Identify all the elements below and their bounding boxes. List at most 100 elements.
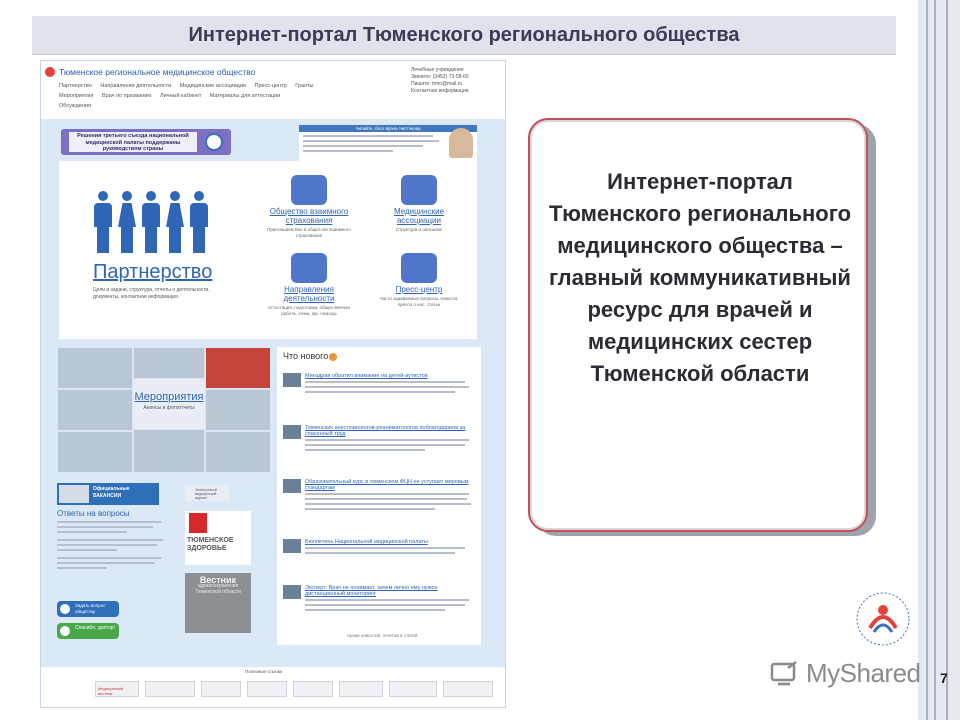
myshared-logo-icon	[770, 661, 797, 686]
site-header: Тюменское региональное медицинское общес…	[41, 61, 505, 119]
news-link[interactable]: Минздрав обратил внимание на детей-аутис…	[305, 373, 473, 379]
doctor-photo	[449, 128, 473, 158]
contacts-line[interactable]: Контактная информация	[411, 88, 501, 95]
congress-banner[interactable]: Решения третьего съезда национальной мед…	[61, 129, 231, 155]
tile-desc: Аттестация, подготовка, общественная раб…	[268, 305, 350, 316]
doctor-blog-banner[interactable]: Читайте, блог врача Чистякова	[299, 125, 477, 161]
news-link[interactable]: Эксперт: Врач не понимает, зачем лично е…	[305, 585, 473, 597]
news-item: Минздрав обратил внимание на детей-аутис…	[283, 371, 475, 411]
partner-logo[interactable]: Медицинский вестник	[95, 681, 139, 697]
site-logo-icon	[45, 67, 55, 77]
partner-link[interactable]: Партнерство	[93, 261, 212, 284]
news-item: Бюллетень Национальной медицинской палат…	[283, 537, 475, 577]
rail-line	[934, 0, 936, 720]
heart-icon	[60, 626, 70, 636]
tile-label: Общество взаимного страхования	[269, 207, 349, 225]
title-divider	[32, 54, 896, 55]
site-nav-row-3: Обсуждения	[59, 103, 98, 109]
news-thumbnail	[283, 425, 301, 439]
nav-item[interactable]: Гранты	[295, 83, 313, 89]
contacts-line: Звоните: (3452) 73-58-65	[411, 74, 469, 80]
rail-line	[946, 0, 948, 720]
thanks-doctor-label: Спасибо, доктор!	[75, 625, 115, 631]
slide-title: Интернет-портал Тюменского регионального…	[32, 16, 896, 54]
partner-logo[interactable]	[145, 681, 195, 697]
brain-icon	[401, 175, 437, 205]
nav-item[interactable]: Партнерство	[59, 83, 92, 89]
site-nav-row-2: Мероприятия Врач по призванию Личный каб…	[59, 93, 287, 99]
rss-icon[interactable]	[329, 353, 337, 361]
news-header: Что нового	[283, 351, 329, 361]
news-thumbnail	[283, 373, 301, 387]
vacancies-line: Официальные	[93, 486, 130, 492]
nav-item[interactable]: Материалы для аттестации	[210, 93, 280, 99]
tyumen-health-magazine[interactable]: ТЮМЕНСКОЕ ЗДОРОВЬЕ	[185, 511, 251, 565]
news-link[interactable]: Бюллетень Национальной медицинской палат…	[305, 539, 473, 545]
partner-logo[interactable]	[201, 681, 241, 697]
tile-medical-associations[interactable]: Медицинские ассоциации Структура и описа…	[373, 175, 465, 233]
partner-panel: Партнерство Цели и задачи, структура, от…	[59, 161, 477, 339]
magazine-title: ТЮМЕНСКОЕ ЗДОРОВЬЕ	[187, 537, 234, 552]
society-logo-icon	[856, 592, 910, 646]
contacts-line[interactable]: Пишите: trmo@mail.ru	[411, 81, 501, 88]
contacts-line[interactable]: Лечебные учреждения	[411, 67, 501, 74]
news-link[interactable]: Образовательный курс в тюменском ФЦН не …	[305, 479, 473, 491]
partner-logo[interactable]	[247, 681, 287, 697]
tile-label: Медицинские ассоциации	[393, 207, 445, 225]
nav-item[interactable]: Медицинские ассоциации	[180, 83, 246, 89]
partner-logo[interactable]	[293, 681, 333, 697]
partner-logo[interactable]	[443, 681, 493, 697]
tile-label: Пресс-центр	[395, 285, 443, 294]
news-archive-link[interactable]: Архив новостей, отчётов и статей	[347, 633, 417, 638]
nav-item[interactable]: Врач по призванию	[102, 93, 151, 99]
site-contacts: Лечебные учреждения Звоните: (3452) 73-5…	[411, 67, 501, 95]
e-journal-link[interactable]: Электронный медицинский журнал	[185, 485, 229, 501]
answers-list	[57, 521, 167, 572]
site-nav-row-1: Партнерство Направления деятельности Мед…	[59, 83, 321, 89]
tile-desc: Структура и описание	[395, 227, 443, 232]
callout-text: Интернет-портал Тюменского регионального…	[548, 169, 852, 386]
ask-question-button[interactable]: Задать вопрос обществу	[57, 601, 119, 617]
partner-logo[interactable]	[389, 681, 437, 697]
events-title: Мероприятия	[134, 391, 204, 403]
nav-item[interactable]: Мероприятия	[59, 93, 93, 99]
doctor-figure-icon	[93, 191, 113, 253]
vacancies-text: Официальные ВАКАНСИИ	[93, 486, 130, 500]
slide-number: 7	[940, 670, 948, 686]
useful-links-strip: Полезные ссылки Медицинский вестник	[41, 667, 505, 707]
tile-press-center[interactable]: Пресс-центр Часто задаваемые вопросы, но…	[373, 253, 465, 308]
question-icon	[60, 604, 70, 614]
news-thumbnail	[283, 585, 301, 599]
medical-folder-icon	[291, 253, 327, 283]
answers-title[interactable]: Ответы на вопросы	[57, 509, 130, 518]
news-panel: Что нового Минздрав обратил внимание на …	[277, 347, 481, 645]
right-rail	[918, 0, 960, 720]
nav-item[interactable]: Пресс-центр	[255, 83, 287, 89]
partner-logo[interactable]	[339, 681, 383, 697]
events-photo-collage[interactable]: Мероприятия Анонсы и фотоотчеты	[57, 347, 271, 473]
nav-item[interactable]: Обсуждения	[59, 103, 91, 109]
thanks-doctor-button[interactable]: Спасибо, доктор!	[57, 623, 119, 639]
events-box[interactable]: Мероприятия Анонсы и фотоотчеты	[133, 379, 205, 429]
doctor-figure-icon	[141, 191, 161, 253]
vacancies-banner[interactable]: Официальные ВАКАНСИИ	[57, 483, 159, 505]
tile-desc: Приглашаем Вас в общество взаимного стра…	[267, 227, 351, 238]
watermark-text: MyShared	[806, 658, 921, 688]
news-item: Образовательный курс в тюменском ФЦН не …	[283, 477, 475, 517]
building-photo	[59, 485, 89, 503]
callout-card: Интернет-портал Тюменского регионального…	[528, 118, 868, 532]
vestnik-journal[interactable]: Вестник здравоохранения Тюменской област…	[185, 573, 251, 633]
tile-label: Направления деятельности	[283, 285, 335, 303]
nav-item[interactable]: Направления деятельности	[100, 83, 171, 89]
tile-activity-directions[interactable]: Направления деятельности Аттестация, под…	[263, 253, 355, 317]
nav-item[interactable]: Личный кабинет	[160, 93, 201, 99]
tile-desc: Часто задаваемые вопросы, новости, пресс…	[379, 296, 459, 307]
megaphone-icon	[401, 253, 437, 283]
partner-subtitle: Цели и задачи, структура, отчеты о деяте…	[93, 287, 210, 300]
rail-line	[926, 0, 928, 720]
news-link[interactable]: Тюменских анестезиологов-реаниматологов …	[305, 425, 473, 437]
vacancies-line: ВАКАНСИИ	[93, 493, 122, 499]
doctor-blog-title: Читайте, блог врача Чистякова	[299, 125, 477, 132]
tile-mutual-insurance[interactable]: Общество взаимного страхования Приглашае…	[263, 175, 355, 239]
congress-banner-text: Решения третьего съезда национальной мед…	[69, 132, 197, 152]
